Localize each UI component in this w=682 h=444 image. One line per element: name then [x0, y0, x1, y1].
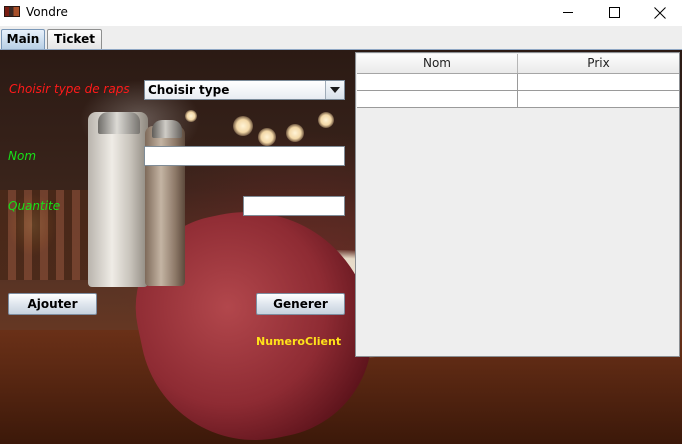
close-button[interactable] [637, 0, 682, 26]
nom-field[interactable] [144, 146, 345, 166]
table-row[interactable] [357, 91, 679, 108]
close-icon [654, 7, 666, 19]
table-cell-prix[interactable] [518, 91, 679, 107]
tab-ticket[interactable]: Ticket [47, 29, 102, 49]
quantite-field[interactable] [243, 196, 345, 216]
window-title: Vondre [26, 5, 68, 19]
tab-strip: Main Ticket [0, 26, 682, 50]
minimize-button[interactable] [545, 0, 591, 26]
quantite-label: Quantite [8, 199, 61, 213]
maximize-button[interactable] [591, 0, 637, 26]
title-bar: Vondre [0, 0, 682, 26]
generer-button[interactable]: Generer [256, 293, 345, 315]
ticket-table[interactable]: Nom Prix [355, 52, 680, 357]
table-cell-nom[interactable] [357, 91, 518, 107]
column-header-prix[interactable]: Prix [518, 54, 679, 73]
main-panel: Choisir type de raps Choisir type Nom Qu… [0, 50, 682, 444]
table-header: Nom Prix [357, 54, 679, 74]
column-header-nom[interactable]: Nom [357, 54, 518, 73]
type-select-value: Choisir type [148, 83, 230, 97]
app-icon [4, 6, 20, 17]
type-label: Choisir type de raps [9, 82, 130, 96]
numero-client-label: NumeroClient [256, 335, 342, 348]
ajouter-button[interactable]: Ajouter [8, 293, 97, 315]
table-cell-prix[interactable] [518, 74, 679, 90]
tab-main[interactable]: Main [1, 29, 45, 49]
table-cell-nom[interactable] [357, 74, 518, 90]
chevron-down-icon[interactable] [325, 81, 344, 99]
table-row[interactable] [357, 74, 679, 91]
nom-label: Nom [8, 149, 37, 163]
type-select[interactable]: Choisir type [144, 80, 345, 100]
